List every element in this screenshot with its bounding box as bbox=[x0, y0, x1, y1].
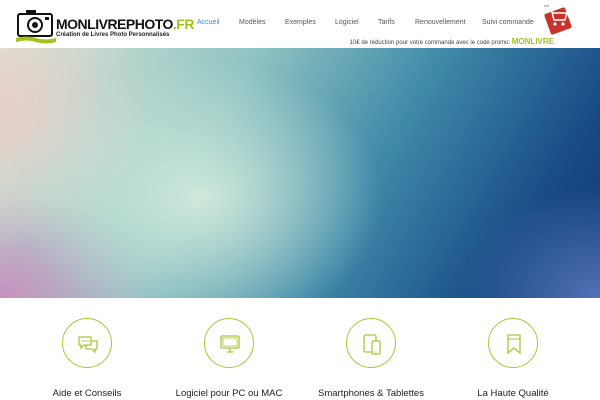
promo-code: MONLIVRE bbox=[511, 37, 554, 46]
chat-bubbles-icon bbox=[62, 318, 112, 368]
nav-item-renouvellement[interactable]: Renouvellement bbox=[415, 19, 466, 26]
site-logo[interactable]: MONLIVREPHOTO.FR Création de Livres Phot… bbox=[16, 6, 194, 44]
feature-aide-conseils[interactable]: Aide et Conseils bbox=[12, 318, 162, 400]
feature-smartphones[interactable]: Smartphones & Tablettes bbox=[296, 318, 446, 400]
nav-item-modeles[interactable]: Modèles bbox=[239, 19, 265, 26]
logo-tagline: Création de Livres Photo Personnalisés bbox=[56, 32, 170, 38]
promo-text: 10€ de réduction pour votre commande ave… bbox=[349, 40, 511, 46]
nav-item-exemples[interactable]: Exemples bbox=[285, 19, 316, 26]
nav-item-logiciel[interactable]: Logiciel bbox=[335, 19, 359, 26]
feature-title: Logiciel pour PC ou MAC bbox=[175, 388, 283, 399]
nav-item-suivi-commande[interactable]: Suivi commande bbox=[482, 19, 534, 26]
nav-item-accueil[interactable]: Accueil bbox=[197, 19, 220, 26]
logo-wordmark: MONLIVREPHOTO.FR bbox=[56, 16, 194, 32]
feature-title: La Haute Qualité bbox=[477, 388, 549, 399]
feature-haute-qualite[interactable]: La Haute Qualité bbox=[438, 318, 588, 400]
hero-banner bbox=[0, 48, 600, 298]
shopping-cart-icon[interactable] bbox=[541, 4, 573, 36]
camera-logo-icon bbox=[16, 10, 56, 44]
feature-logiciel[interactable]: Logiciel pour PC ou MAC bbox=[154, 318, 304, 400]
feature-title: Smartphones & Tablettes bbox=[318, 388, 424, 399]
features-section: Aide et Conseils Logiciel pour PC ou MAC… bbox=[0, 298, 600, 400]
monitor-icon bbox=[204, 318, 254, 368]
devices-icon bbox=[346, 318, 396, 368]
logo-word-main: MONLIVREPHOTO bbox=[56, 16, 173, 32]
promo-banner: 10€ de réduction pour votre commande ave… bbox=[350, 37, 554, 46]
logo-word-suffix: .FR bbox=[172, 16, 195, 32]
site-header: MONLIVREPHOTO.FR Création de Livres Phot… bbox=[0, 0, 600, 48]
feature-title: Aide et Conseils bbox=[52, 388, 122, 399]
nav-item-tarifs[interactable]: Tarifs bbox=[378, 19, 395, 26]
bookmark-icon bbox=[488, 318, 538, 368]
